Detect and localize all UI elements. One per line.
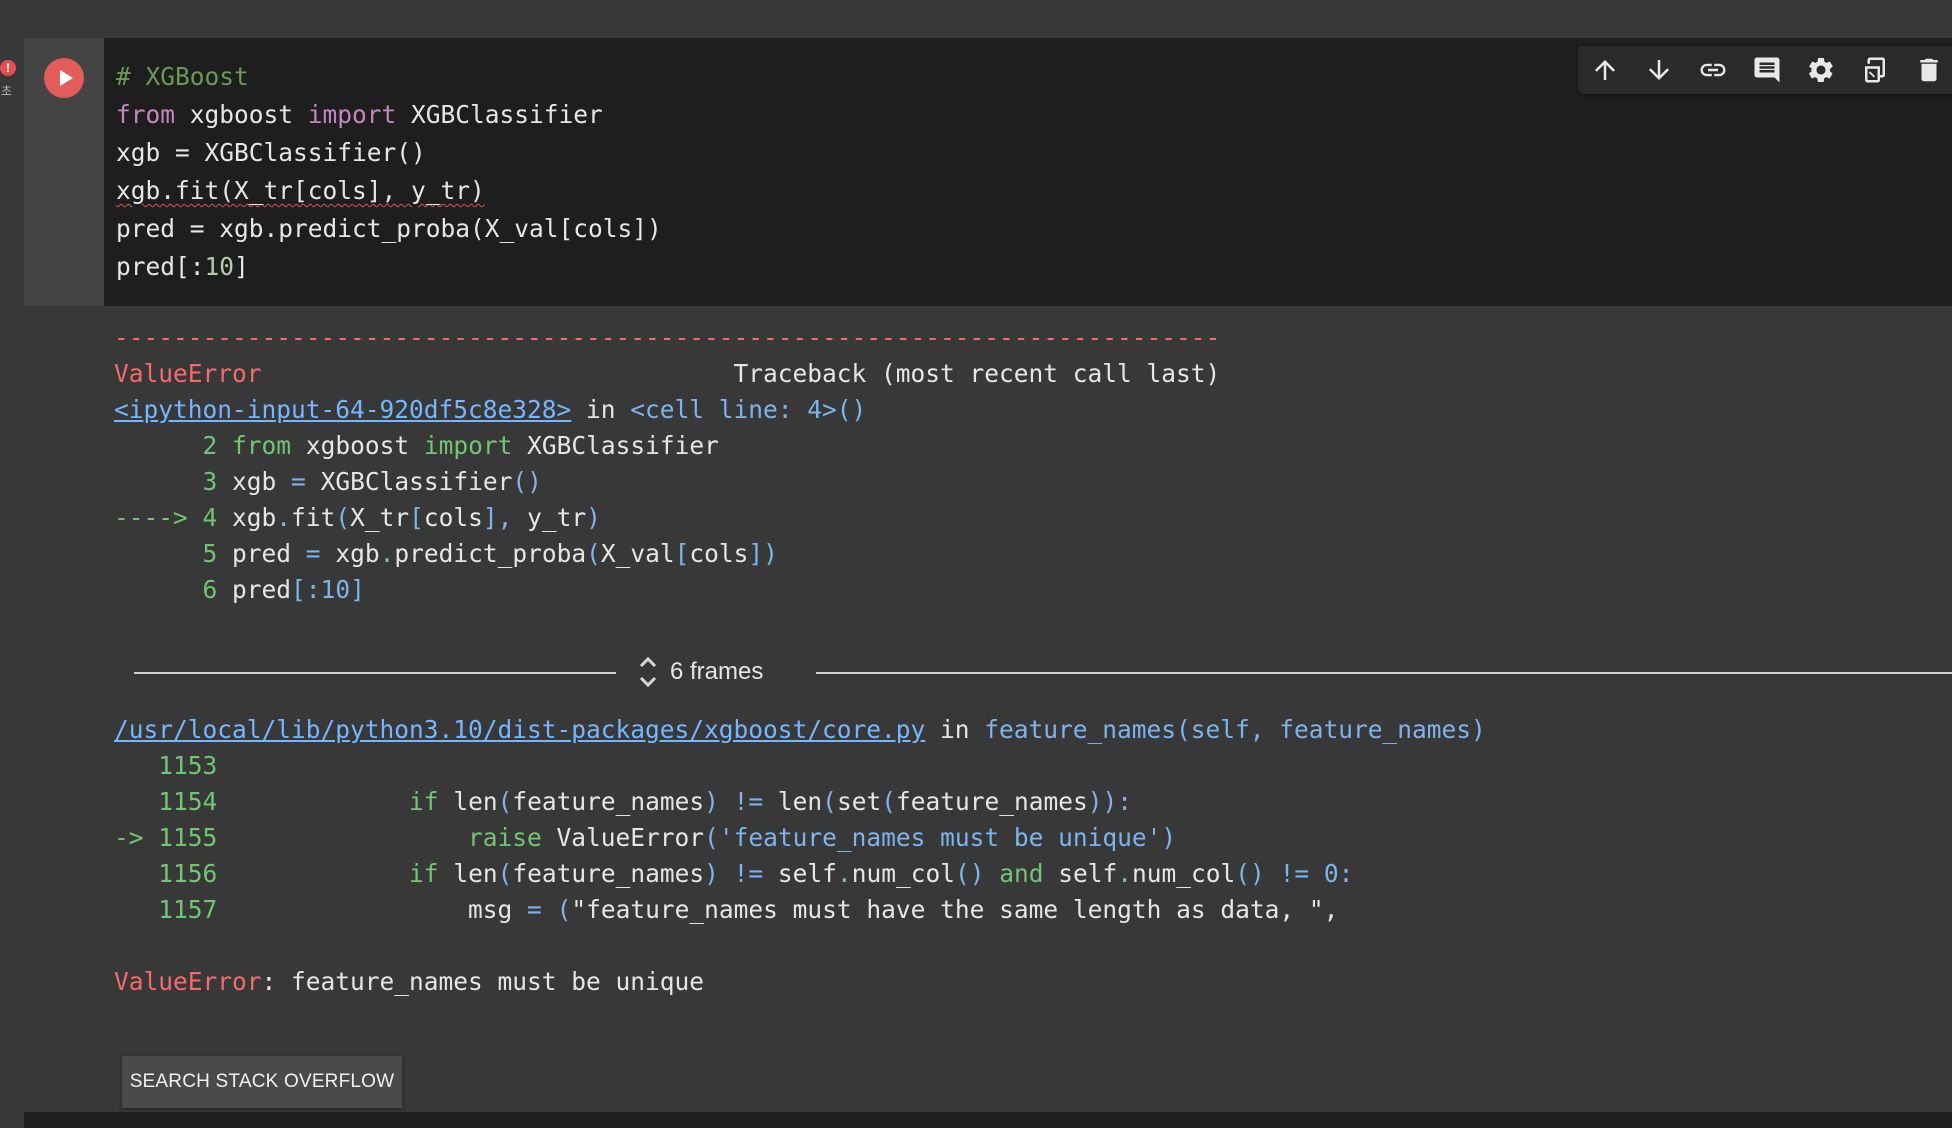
code-token: ] xyxy=(234,252,249,281)
keyword-import: import xyxy=(307,100,397,129)
frames-count-label: 6 frames xyxy=(670,658,764,685)
code-number: 10 xyxy=(204,252,235,281)
traceback-header: ----------------------------------------… xyxy=(114,323,1221,604)
move-cell-up-button[interactable] xyxy=(1578,46,1632,94)
cell-reference: <cell line: 4>() xyxy=(630,395,867,424)
code-token: XGBClassifier xyxy=(396,100,603,129)
gear-icon xyxy=(1808,57,1833,82)
delete-cell-button[interactable] xyxy=(1902,46,1952,94)
copy-link-button[interactable] xyxy=(1686,46,1740,94)
cell-error-indicator: ! 초 xyxy=(0,60,18,120)
add-comment-button[interactable] xyxy=(1740,46,1794,94)
cell-gutter xyxy=(24,38,104,306)
traceback-core-frame: /usr/local/lib/python3.10/dist-packages/… xyxy=(114,715,1486,996)
error-icon: ! xyxy=(0,60,16,76)
ipython-input-link[interactable]: <ipython-input-64-920df5c8e328> xyxy=(114,395,571,424)
code-token: pred[: xyxy=(116,252,205,281)
arrow-down-icon xyxy=(1649,60,1669,80)
mirror-cell-button[interactable] xyxy=(1848,46,1902,94)
comment-icon xyxy=(1754,57,1780,83)
link-icon xyxy=(1700,63,1726,77)
final-error-message: : feature_names must be unique xyxy=(261,967,705,996)
divider xyxy=(134,672,616,674)
unfold-icon xyxy=(636,652,660,692)
code-line-error: xgb.fit(X_tr[cols], y_tr) xyxy=(116,176,485,205)
traceback-label: Traceback (most recent call last) xyxy=(733,359,1221,388)
code-comment: # XGBoost xyxy=(116,62,249,91)
collapsed-frames-row: 6 frames xyxy=(134,652,1952,692)
run-cell-button[interactable] xyxy=(44,58,84,98)
mirror-cell-icon xyxy=(1865,57,1885,83)
arrow-up-icon xyxy=(1595,60,1615,80)
separator-dashes: ----------------------------------------… xyxy=(114,323,1221,352)
expand-frames-toggle[interactable]: 6 frames xyxy=(636,652,763,692)
error-name: ValueError xyxy=(114,359,262,388)
code-token: xgboost xyxy=(175,100,308,129)
code-text[interactable]: # XGBoost from xgboost import XGBClassif… xyxy=(116,58,662,286)
keyword-from: from xyxy=(116,100,176,129)
cell-output: ----------------------------------------… xyxy=(24,306,1952,1108)
move-cell-down-button[interactable] xyxy=(1632,46,1686,94)
execution-time-label: 초 xyxy=(1,84,13,98)
cell-toolbar xyxy=(1578,46,1952,94)
next-cell-edge xyxy=(24,1112,1952,1128)
in-word: in xyxy=(925,715,985,744)
code-cell[interactable]: # XGBoost from xgboost import XGBClassif… xyxy=(24,38,1952,1108)
trash-icon xyxy=(1920,58,1938,82)
code-line: pred = xgb.predict_proba(X_val[cols]) xyxy=(116,214,662,243)
code-line: xgb = XGBClassifier() xyxy=(116,138,426,167)
divider xyxy=(816,672,1952,674)
search-stack-overflow-button[interactable]: SEARCH STACK OVERFLOW xyxy=(122,1056,402,1108)
core-file-link[interactable]: /usr/local/lib/python3.10/dist-packages/… xyxy=(114,715,925,744)
function-reference: feature_names(self, feature_names) xyxy=(984,715,1486,744)
cell-settings-button[interactable] xyxy=(1794,46,1848,94)
play-icon xyxy=(59,70,73,86)
final-error-name: ValueError xyxy=(114,967,262,996)
in-word: in xyxy=(571,395,631,424)
